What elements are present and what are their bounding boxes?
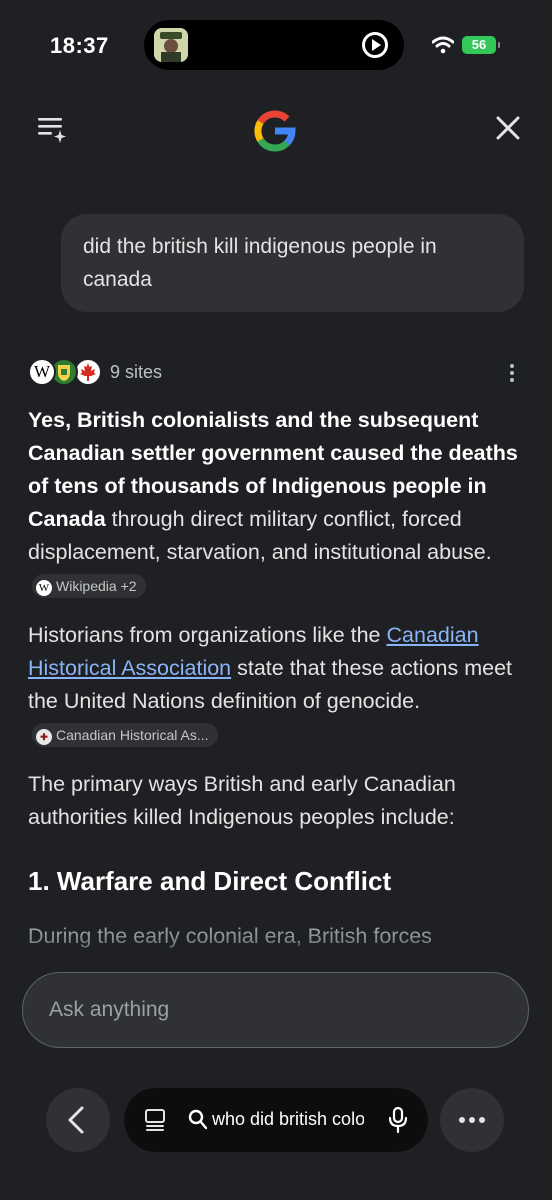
maple-leaf-icon [74,358,102,386]
play-icon[interactable] [362,32,388,58]
avatar-icon [154,28,188,62]
microphone-icon[interactable] [388,1106,408,1134]
answer-paragraph-3: The primary ways British and early Canad… [28,772,456,829]
more-menu-button[interactable] [440,1088,504,1152]
citation-chip-label: Wikipedia +2 [56,578,137,595]
citation-chip-wikipedia[interactable]: W Wikipedia +2 [32,574,146,599]
answer-paragraph-1: Yes, British colonialists and the subseq… [28,404,524,602]
answer-text: Historians from organizations like the [28,623,387,647]
top-bar [0,100,552,156]
sources-count[interactable]: 9 sites [110,362,162,383]
status-bar: 18:37 56 [0,0,552,90]
wifi-icon [431,36,455,59]
ask-anything-input[interactable]: Ask anything [22,972,529,1048]
clock: 18:37 [50,33,109,58]
citation-chip-label: Canadian Historical As... [56,727,209,744]
address-bar-text[interactable]: who did british colo [212,1109,364,1130]
bottom-toolbar: who did british colo [0,1088,552,1154]
google-g-logo[interactable] [252,108,298,154]
ellipsis-icon [459,1117,485,1123]
wikipedia-icon: W [28,358,56,386]
dynamic-island[interactable] [144,20,404,70]
section-heading: 1. Warfare and Direct Conflict [28,866,392,896]
sources-row[interactable]: W 9 sites [28,356,528,388]
battery-indicator: 56 [462,36,500,54]
history-icon[interactable] [36,114,68,144]
cha-logo-icon: ✚ [36,728,52,745]
user-query-bubble: did the british kill indigenous people i… [61,214,524,312]
address-bar[interactable]: who did british colo [124,1088,428,1152]
back-button[interactable] [46,1088,110,1152]
citation-chip-cha[interactable]: ✚ Canadian Historical As... [32,723,218,748]
tabs-icon[interactable] [144,1108,166,1132]
more-options-icon[interactable] [506,362,518,384]
search-icon [188,1109,208,1131]
close-icon[interactable] [494,114,522,142]
wikipedia-icon: W [36,579,52,596]
ai-answer: Yes, British colonialists and the subseq… [28,404,524,970]
chevron-left-icon [68,1106,84,1134]
answer-paragraph-2: Historians from organizations like the C… [28,619,524,751]
